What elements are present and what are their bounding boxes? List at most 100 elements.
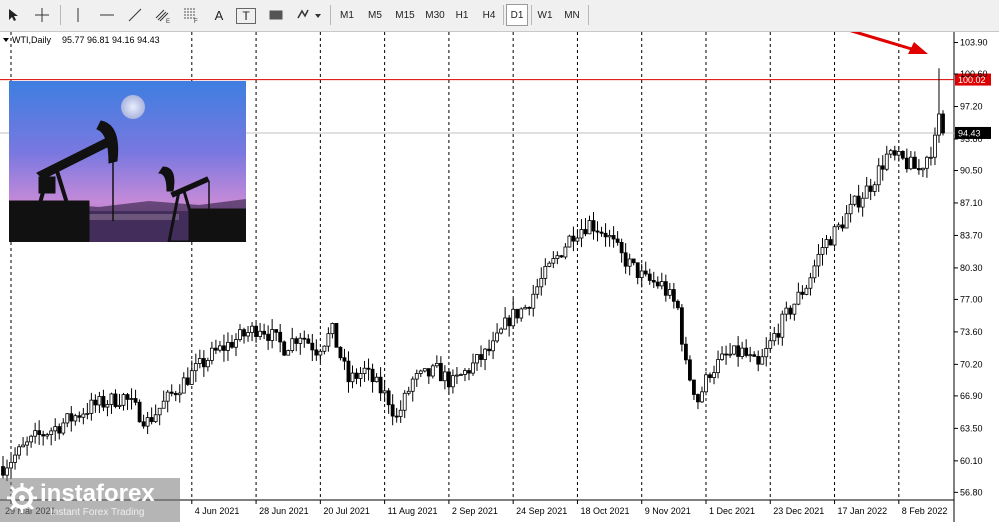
candle-body [611, 235, 616, 240]
candle-body [527, 306, 532, 309]
timeframe-d1[interactable]: D1 [506, 4, 528, 26]
candle-body [788, 307, 793, 315]
candle-body [366, 367, 371, 370]
candle-body [607, 235, 612, 238]
candle-body [418, 370, 423, 374]
toolbar-separator [60, 5, 61, 25]
candle-body [161, 400, 166, 409]
candle-body [844, 213, 849, 229]
candle-body [298, 337, 303, 344]
candle-body [362, 367, 367, 374]
timeframe-m15[interactable]: M15 [392, 4, 418, 26]
candle [679, 303, 684, 352]
candle-body [402, 392, 407, 411]
toolbar-separator [503, 5, 504, 25]
candle-body [916, 168, 921, 171]
shapes-dropdown-icon[interactable] [294, 4, 324, 26]
candle-body [173, 392, 178, 396]
candle-body [880, 165, 885, 170]
text-icon[interactable]: A [210, 4, 228, 26]
candle-body [37, 430, 42, 435]
fibonacci-icon[interactable]: F [180, 4, 202, 26]
candle-body [623, 252, 628, 267]
candle-body [125, 394, 130, 400]
y-tick-label: 83.70 [960, 230, 983, 240]
candle [704, 371, 708, 396]
timeframe-h4[interactable]: H4 [478, 4, 500, 26]
candle [282, 340, 287, 357]
candle-body [852, 195, 857, 205]
candle-body [708, 374, 712, 378]
equidistant-channel-icon[interactable]: E [152, 4, 174, 26]
candle-body [109, 393, 114, 405]
candle-body [848, 203, 853, 215]
candle-body [704, 374, 708, 393]
candle-body [85, 412, 90, 415]
crosshair-icon[interactable] [30, 4, 54, 26]
candle-body [49, 430, 54, 435]
text-label-icon[interactable]: T [236, 8, 256, 24]
candle-body [330, 323, 335, 335]
oil-pumpjack-sunset-photo [9, 81, 246, 242]
timeframe-mn[interactable]: MN [561, 4, 583, 26]
candle-body [451, 375, 455, 388]
cursor-icon[interactable] [4, 4, 24, 26]
candle-body [266, 333, 271, 341]
candle-body [89, 399, 94, 414]
candle-body [29, 435, 34, 443]
candle-body [455, 374, 459, 377]
candle-body [290, 338, 295, 351]
y-tick-label: 63.50 [960, 423, 983, 433]
candle-body [386, 390, 391, 406]
candle-body [302, 337, 307, 340]
candle [732, 345, 737, 356]
candle-body [262, 330, 267, 335]
timeframe-m30[interactable]: M30 [422, 4, 448, 26]
chart-toolbar: E F A T M1 M5 M15 M30 H1 H4 D1 W1 MN [0, 0, 999, 32]
candle-body [438, 362, 443, 382]
candle-body [149, 417, 154, 423]
candle-body [234, 339, 238, 348]
y-tick-label: 73.60 [960, 327, 983, 337]
candle-body [555, 255, 560, 259]
timeframe-m1[interactable]: M1 [336, 4, 358, 26]
candle-body [209, 347, 214, 361]
y-tick-label: 93.80 [960, 134, 983, 144]
trendline-icon[interactable] [124, 4, 146, 26]
candle [567, 234, 572, 248]
timeframe-h1[interactable]: H1 [451, 4, 473, 26]
candle-body [45, 434, 50, 437]
candle-body [587, 220, 592, 235]
candle-body [254, 325, 258, 337]
candle-body [792, 303, 797, 315]
candle-body [796, 291, 801, 305]
candle-body [459, 374, 463, 376]
candle-body [671, 289, 676, 302]
candle-body [780, 313, 785, 338]
x-tick-label: 2 Sep 2021 [452, 506, 498, 516]
candle-body [483, 348, 487, 360]
candle-body [900, 151, 905, 159]
timeframe-m5[interactable]: M5 [364, 4, 386, 26]
candle-body [390, 404, 395, 417]
candle-body [141, 421, 146, 427]
candle-body [77, 415, 82, 418]
candle-body [752, 354, 757, 357]
vertical-line-icon[interactable] [68, 4, 88, 26]
candle-body [414, 373, 419, 380]
candle-body [145, 417, 150, 427]
candle-body [294, 338, 299, 344]
candle-body [21, 444, 25, 448]
candle-body [446, 371, 451, 388]
candle-body [667, 289, 672, 296]
timeframe-w1[interactable]: W1 [534, 4, 556, 26]
candle-body [675, 300, 680, 309]
candle-body [511, 308, 516, 327]
candle-body [471, 362, 475, 374]
rectangle-icon[interactable] [266, 4, 286, 26]
candle-body [177, 392, 182, 396]
candle-body [193, 363, 198, 372]
horizontal-line-icon[interactable] [96, 4, 118, 26]
candle-body [9, 461, 13, 469]
candle-body [740, 347, 745, 357]
